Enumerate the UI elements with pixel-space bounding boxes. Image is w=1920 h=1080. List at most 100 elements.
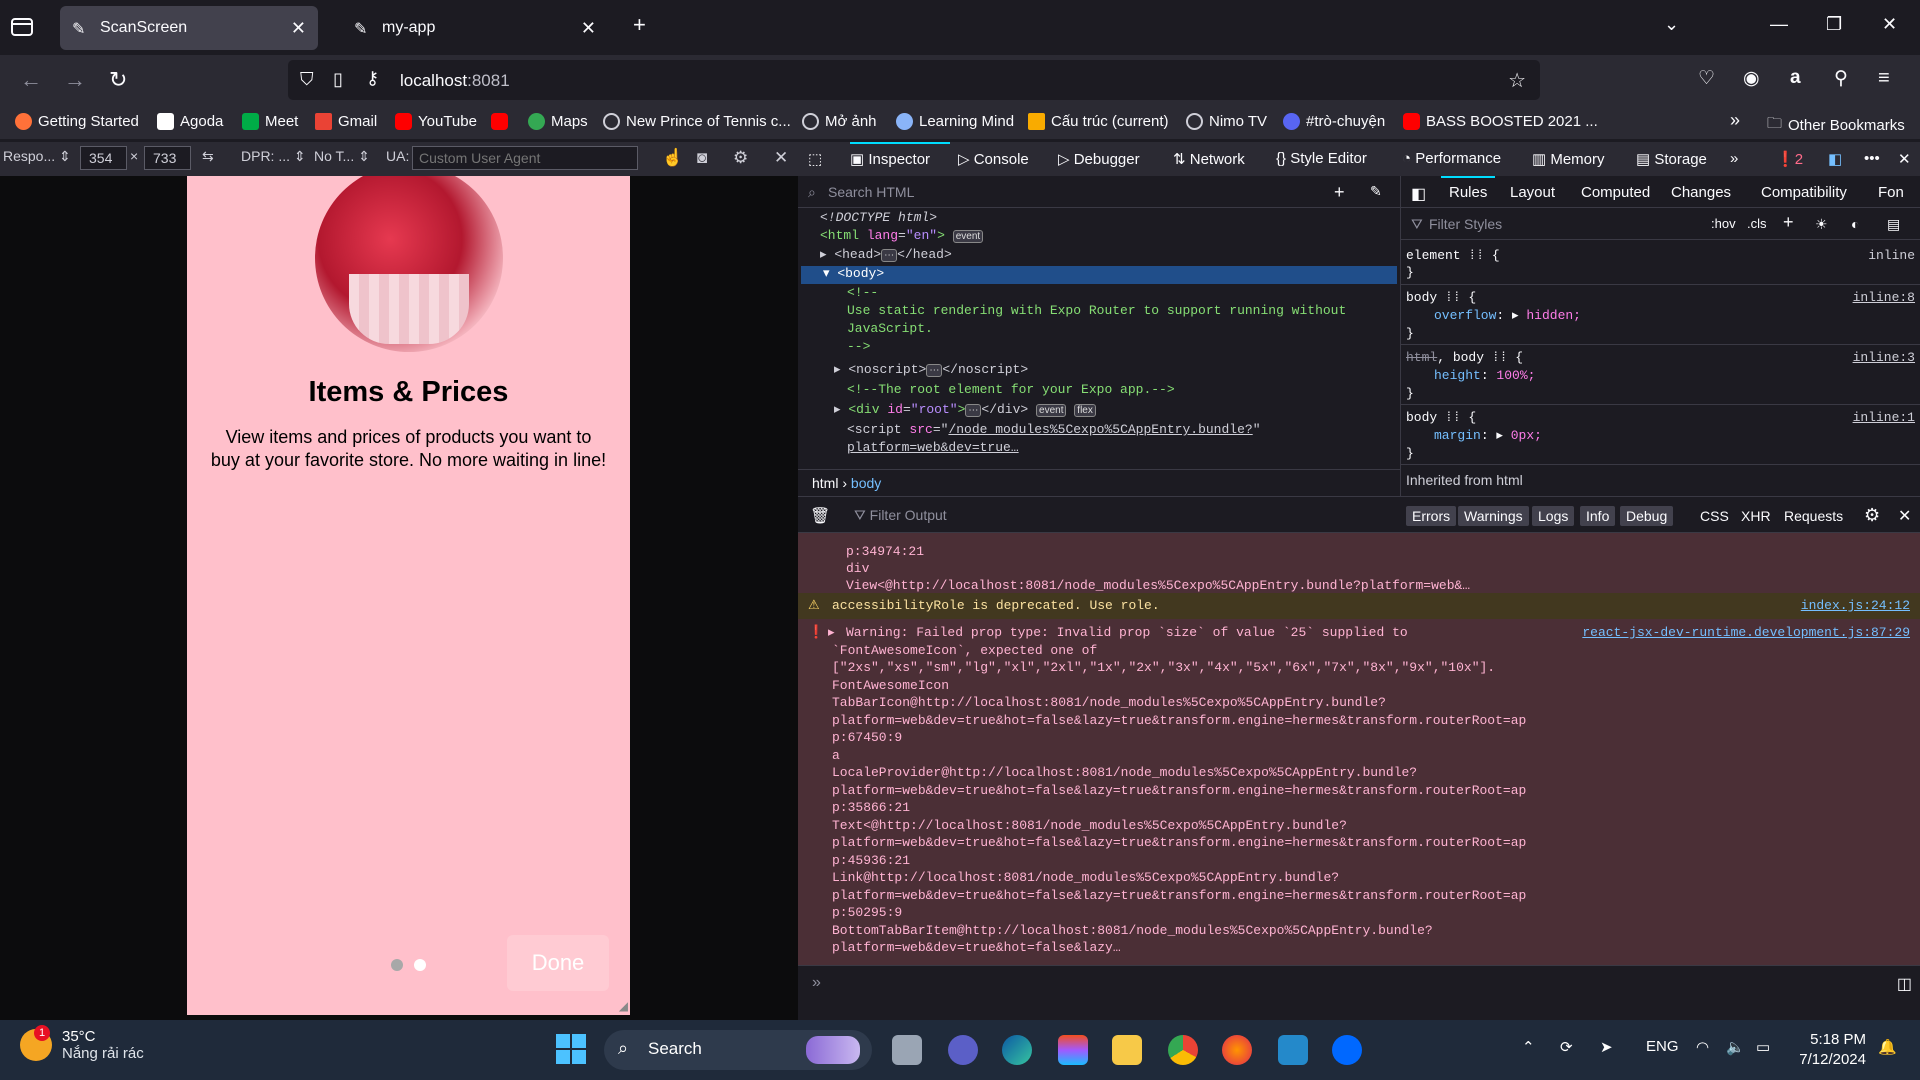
chevron-down-icon[interactable]: ⌄ [1664,14,1679,35]
filter-logs-button[interactable]: Logs [1532,506,1575,526]
pocket-icon[interactable]: ♡ [1698,67,1715,90]
close-split-console-icon[interactable]: ✕ [1898,506,1911,526]
error-count-badge[interactable]: ❗2 [1776,150,1803,168]
rule-source-link[interactable]: inline:1 [1853,410,1915,425]
body-node[interactable]: ▾ <body> [801,266,1397,284]
user-agent-input[interactable] [412,146,638,170]
tab-changes[interactable]: Changes [1671,184,1731,201]
other-bookmarks[interactable]: 🗀 Other Bookmarks [1767,113,1905,138]
reload-icon[interactable]: ↻ [109,67,127,93]
add-node-icon[interactable]: + [1334,182,1345,203]
tab-style-editor[interactable]: {} Style Editor [1276,150,1367,167]
rule-source-link[interactable]: inline:3 [1853,350,1915,365]
rule-declaration[interactable]: overflow: ▸ hidden; [1434,308,1581,323]
root-div-node[interactable]: ▸ <div id="root"> ⋯ </div> event flex [834,402,1096,417]
bookmark-youtube-2[interactable] [491,113,514,130]
bookmark-meet[interactable]: Meet [242,113,298,130]
class-toggle[interactable]: .cls [1747,216,1767,231]
head-node[interactable]: ▸ <head> ⋯ </head> [820,247,952,262]
hover-toggle[interactable]: :hov [1711,216,1736,231]
toggle-panel-icon[interactable]: ◧ [1411,184,1426,204]
page-icon[interactable]: ▯ [333,69,343,90]
tab-scanscreen[interactable]: ✎ ScanScreen ✕ [60,6,318,50]
search-html[interactable]: ⌕ Search HTML + ✎ [798,176,1400,208]
tab-network[interactable]: ⇅ Network [1173,150,1245,168]
edge-icon[interactable] [1002,1035,1032,1065]
tab-my-app[interactable]: ✎ my-app ✕ [342,6,608,50]
dock-icon[interactable]: ◧ [1828,150,1842,168]
account-icon[interactable]: ◉ [1743,67,1760,90]
pick-element-icon[interactable]: ⬚ [808,150,822,168]
rule-selector[interactable]: element ⁞⁞ { [1406,248,1500,263]
close-devtools-icon[interactable]: ✕ [1898,150,1911,168]
shield-icon[interactable]: ⛉ [300,69,314,90]
editor-mode-icon[interactable]: ◫ [1897,974,1912,994]
rule-selector[interactable]: html, body ⁞⁞ { [1406,350,1523,365]
close-tab-icon[interactable]: ✕ [291,18,306,39]
more-bookmarks-icon[interactable]: » [1730,110,1740,131]
address-bar[interactable]: ⛉ ▯ ⚷ localhost:8081 ☆ [288,60,1540,100]
throttling-selector[interactable]: No T... ⇕ [314,148,370,165]
event-badge[interactable]: event [952,230,984,243]
filter-errors-button[interactable]: Errors [1406,506,1457,526]
volume-icon[interactable]: 🔈 [1726,1038,1745,1056]
filter-requests-button[interactable]: Requests [1784,508,1843,524]
tab-rules[interactable]: Rules [1449,184,1487,201]
script-src-cont[interactable]: platform=web&dev=true… [847,440,1019,455]
tab-compatibility[interactable]: Compatibility [1761,184,1847,201]
filter-debug-button[interactable]: Debug [1620,506,1674,526]
clock[interactable]: 5:18 PM 7/12/2024 [1792,1030,1866,1070]
close-tab-icon[interactable]: ✕ [581,18,596,39]
wifi-icon[interactable]: ◠ [1696,1038,1709,1056]
list-all-tabs-icon[interactable] [10,16,38,40]
bookmark-learning-mind[interactable]: Learning Mind [896,113,1014,130]
more-tabs-icon[interactable]: » [1730,150,1738,167]
location-icon[interactable]: ➤ [1600,1038,1613,1056]
console-settings-icon[interactable]: ⚙ [1864,505,1880,526]
windows-start-icon[interactable] [556,1034,586,1064]
bookmark-prince-of-tennis[interactable]: New Prince of Tennis c... [603,113,791,130]
tab-debugger[interactable]: ▷ Debugger [1058,150,1140,168]
zalo-icon[interactable] [1332,1035,1362,1065]
error-source-link[interactable]: react-jsx-dev-runtime.development.js:87:… [1582,624,1910,642]
breadcrumb-html[interactable]: html [812,475,838,491]
viewport-height-input[interactable]: 733 [144,146,191,170]
close-window-icon[interactable]: ✕ [1882,14,1897,35]
bookmark-getting-started[interactable]: Getting Started [15,113,139,130]
viewport-width-input[interactable]: 354 [80,146,127,170]
file-explorer-icon[interactable] [1112,1035,1142,1065]
bookmark-maps[interactable]: Maps [528,113,588,130]
rule-selector[interactable]: body ⁞⁞ { [1406,410,1476,425]
sync-icon[interactable]: ⟳ [1560,1038,1573,1056]
noscript-node[interactable]: ▸ <noscript> ⋯ </noscript> [834,362,1028,377]
filter-styles-input[interactable]: ⛛ Filter Styles :hov .cls + ☀ ◐ ▤ [1401,208,1920,240]
chrome-icon[interactable] [1168,1035,1198,1065]
tab-performance[interactable]: ◔ Performance [1402,150,1501,167]
bookmark-youtube[interactable]: YouTube [395,113,477,130]
script-node[interactable]: <script src="/node_modules%5Cexpo%5CAppE… [847,422,1261,437]
bookmark-agoda[interactable]: Agoda [157,113,223,130]
weather-widget[interactable]: 1 35°C Nắng rải rác [20,1025,144,1062]
eyedropper-icon[interactable]: ✎ [1370,183,1382,200]
device-selector[interactable]: Respo... ⇕ [3,148,71,165]
tab-memory[interactable]: ▥ Memory [1532,150,1605,168]
tab-storage[interactable]: ▤ Storage [1636,150,1707,168]
bookmark-bass-boosted[interactable]: BASS BOOSTED 2021 ... [1403,113,1598,130]
console-input[interactable]: » ◫ [798,965,1920,1021]
rule-selector[interactable]: body ⁞⁞ { [1406,290,1476,305]
trash-icon[interactable]: 🗑 [810,506,830,526]
back-icon[interactable]: ← [20,67,42,93]
rule-declaration[interactable]: height: 100%; [1434,368,1535,383]
minimize-icon[interactable]: — [1770,14,1788,35]
flex-badge[interactable]: flex [1074,404,1096,417]
filter-warnings-button[interactable]: Warnings [1458,506,1529,526]
taskbar-search[interactable]: ⌕ Search [604,1030,872,1070]
dpr-selector[interactable]: DPR: ... ⇕ [241,148,306,165]
settings-icon[interactable]: ⚙ [733,148,748,168]
filter-css-button[interactable]: CSS [1700,508,1729,524]
firefox-icon[interactable] [1222,1035,1252,1065]
extensions-icon[interactable]: ⚲ [1834,67,1848,90]
tab-console[interactable]: ▷ Console [958,150,1029,168]
dark-scheme-icon[interactable]: ◐ [1851,216,1859,232]
teams-icon[interactable] [948,1035,978,1065]
